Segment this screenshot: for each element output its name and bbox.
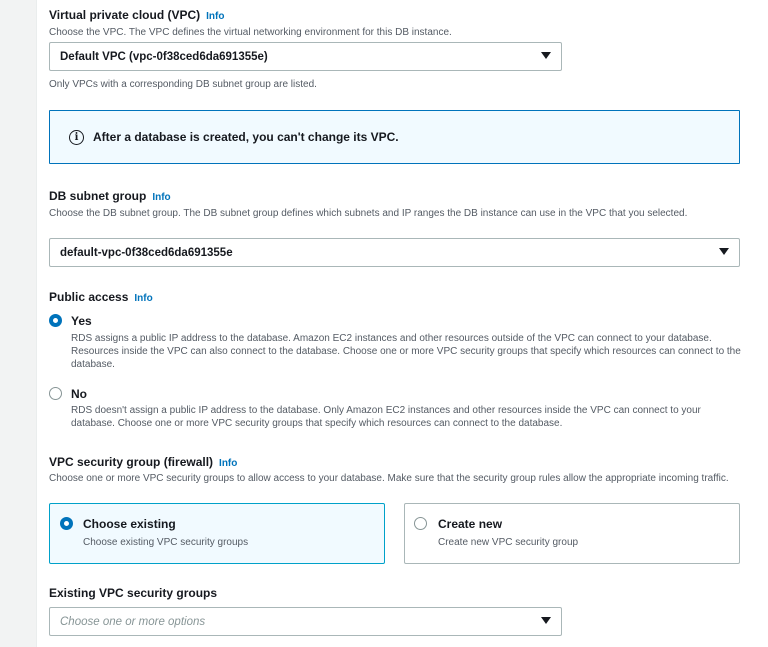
existing-groups-select[interactable]: Choose one or more options xyxy=(49,607,562,636)
public-access-no-description: RDS doesn't assign a public IP address t… xyxy=(71,405,701,429)
choose-existing-radio[interactable] xyxy=(60,517,73,530)
vpc-select-value: Default VPC (vpc-0f38ced6da691355e) xyxy=(60,50,268,63)
vpc-label: Virtual private cloud (VPC) xyxy=(49,8,201,22)
create-new-label: Create new xyxy=(438,517,503,531)
caret-down-icon xyxy=(541,52,551,59)
security-group-description: Choose one or more VPC security groups t… xyxy=(49,473,729,484)
vpc-info-alert: i After a database is created, you can't… xyxy=(49,110,740,164)
security-group-label-row: VPC security group (firewall) Info xyxy=(49,455,237,469)
public-access-info-link[interactable]: Info xyxy=(134,293,152,304)
public-access-yes-description: RDS assigns a public IP address to the d… xyxy=(71,333,741,370)
subnet-info-link[interactable]: Info xyxy=(152,192,170,203)
vpc-info-link[interactable]: Info xyxy=(206,11,224,22)
security-group-info-link[interactable]: Info xyxy=(219,458,237,469)
subnet-label-row: DB subnet group Info xyxy=(49,189,171,203)
alert-text: After a database is created, you can't c… xyxy=(93,130,399,144)
vpc-select[interactable]: Default VPC (vpc-0f38ced6da691355e) xyxy=(49,42,562,71)
public-access-label: Public access xyxy=(49,290,129,304)
existing-groups-label: Existing VPC security groups xyxy=(49,586,218,600)
public-access-no-label[interactable]: No xyxy=(71,387,87,401)
subnet-select-value: default-vpc-0f38ced6da691355e xyxy=(60,246,233,259)
subnet-select[interactable]: default-vpc-0f38ced6da691355e xyxy=(49,238,740,267)
public-access-yes-radio[interactable] xyxy=(49,314,62,327)
existing-groups-placeholder: Choose one or more options xyxy=(60,615,206,628)
vpc-description: Choose the VPC. The VPC defines the virt… xyxy=(49,27,452,38)
create-new-tile[interactable]: Create new Create new VPC security group xyxy=(404,503,740,564)
caret-down-icon xyxy=(541,617,551,624)
vpc-label-row: Virtual private cloud (VPC) Info xyxy=(49,8,224,22)
vpc-hint: Only VPCs with a corresponding DB subnet… xyxy=(49,79,317,90)
public-access-yes-label[interactable]: Yes xyxy=(71,314,92,328)
subnet-label: DB subnet group xyxy=(49,189,147,203)
choose-existing-tile[interactable]: Choose existing Choose existing VPC secu… xyxy=(49,503,385,564)
public-access-label-row: Public access Info xyxy=(49,290,153,304)
choose-existing-label: Choose existing xyxy=(83,517,176,531)
create-new-description: Create new VPC security group xyxy=(438,537,579,548)
create-new-radio[interactable] xyxy=(414,517,427,530)
security-group-label: VPC security group (firewall) xyxy=(49,455,214,469)
public-access-no-radio[interactable] xyxy=(49,387,62,400)
caret-down-icon xyxy=(719,248,729,255)
choose-existing-description: Choose existing VPC security groups xyxy=(83,537,249,548)
subnet-description: Choose the DB subnet group. The DB subne… xyxy=(49,208,688,219)
info-circle-icon: i xyxy=(69,129,84,145)
